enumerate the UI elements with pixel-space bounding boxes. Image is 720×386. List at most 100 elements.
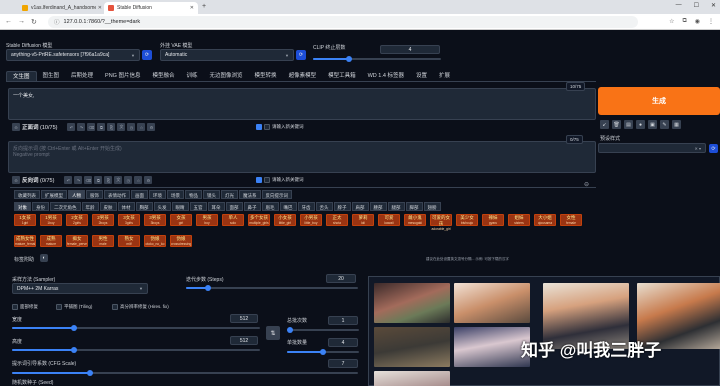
checkbox-checked[interactable]	[256, 124, 262, 130]
keyword-chip[interactable]: 美少女 bishoujo	[456, 214, 478, 226]
forward-icon[interactable]: →	[18, 18, 25, 25]
sampler-select[interactable]: DPM++ 2M Karras ▼	[12, 283, 148, 294]
keyword-chip[interactable]: 成熟 mature	[40, 235, 62, 247]
checkpoint-select[interactable]: anything-v5-PrtRE.safetensors [7f96a1a9c…	[6, 49, 140, 61]
keyword-chip[interactable]: 成熟女性 mature_female	[14, 235, 36, 247]
keyword-chip[interactable]: 小男孩 little_boy	[300, 214, 322, 226]
close-icon[interactable]: ✕	[190, 5, 194, 11]
keyword-chip[interactable]: 男性 male	[92, 235, 114, 247]
browser-tab-inactive[interactable]: v1as.lferdinand_A_handsome ✕	[18, 2, 106, 14]
settings-icon[interactable]: ⚙	[144, 176, 153, 184]
gallery-thumbnail[interactable]	[454, 283, 530, 323]
keyword-chip[interactable]: 大小姐 ojousama	[534, 214, 556, 226]
height-slider[interactable]	[12, 347, 260, 353]
steps-value-box[interactable]: 20	[326, 274, 356, 283]
collapse-icon[interactable]: ⊖	[12, 123, 20, 131]
cfg-slider[interactable]	[12, 370, 358, 376]
paste-style-icon[interactable]: ▦	[672, 120, 681, 129]
redo-icon[interactable]: ↷	[77, 123, 86, 131]
clear-icon[interactable]: ⌫	[84, 176, 93, 184]
checkbox-checked[interactable]	[256, 177, 262, 183]
sub-category-tab[interactable]: 耳朵	[207, 202, 225, 211]
sub-category-tab[interactable]: 脚部	[405, 202, 423, 211]
clear-icon[interactable]: ⌫	[87, 123, 96, 131]
category-tab[interactable]: 物品	[185, 190, 202, 199]
sub-category-tab[interactable]: 鼻子	[243, 202, 261, 211]
sub-category-tab[interactable]: 眉毛	[261, 202, 279, 211]
gallery-thumbnail[interactable]	[374, 283, 450, 323]
history-icon[interactable]: ◷	[127, 123, 136, 131]
undo-icon[interactable]: ↶	[67, 123, 76, 131]
tab-6[interactable]: 无边图像浏览	[204, 71, 249, 81]
sub-category-tab[interactable]: 肩部	[351, 202, 369, 211]
sub-category-tab[interactable]: 年龄	[81, 202, 99, 211]
width-slider[interactable]	[12, 325, 260, 331]
arrow-icon[interactable]: ↙	[600, 120, 609, 129]
keyword-chip[interactable]: 熟女 milf	[118, 235, 140, 247]
keyword-chip[interactable]: 痴女 female_pervert	[66, 235, 88, 247]
checkbox-unchecked[interactable]	[12, 304, 18, 310]
tab-11[interactable]: 设置	[410, 71, 433, 81]
paste-icon[interactable]: ⎘	[104, 176, 113, 184]
back-icon[interactable]: ←	[5, 18, 12, 25]
clip-slider-handle[interactable]	[346, 56, 352, 62]
cfg-value-box[interactable]: 7	[328, 359, 358, 368]
tab-7[interactable]: 模型转换	[249, 71, 283, 81]
keyword-chip[interactable]: 3女孩 3girls	[118, 214, 140, 226]
batch-size-handle[interactable]	[320, 349, 326, 355]
hires-fix-checkbox[interactable]: 高分辨率修复 (Hires. fix)	[112, 304, 169, 310]
category-tab[interactable]: 魔法系	[239, 190, 261, 199]
keyword-chip[interactable]: 女孩 girl	[170, 214, 192, 226]
tag-helper-toggle[interactable]: ◐	[40, 254, 48, 262]
refresh-icon[interactable]: ⟳	[296, 50, 306, 60]
tab-12[interactable]: 扩展	[433, 71, 456, 81]
checkbox-unchecked[interactable]	[112, 304, 118, 310]
tab-5[interactable]: 训练	[181, 71, 204, 81]
menu-icon[interactable]: ⋮	[708, 18, 714, 25]
extensions-icon[interactable]: ⧉	[682, 18, 686, 25]
tab-3[interactable]: PNG 图片信息	[99, 71, 146, 81]
category-tab[interactable]: 服饰	[86, 190, 103, 199]
keyword-chip[interactable]: 多个女孩 multiple_girls	[248, 214, 270, 226]
profile-icon[interactable]: ◉	[695, 18, 700, 25]
tab-4[interactable]: 模型融合	[147, 71, 181, 81]
record-icon[interactable]: ●	[636, 120, 645, 129]
paste-icon[interactable]: ⎘	[107, 123, 116, 131]
copy-icon[interactable]: ⧉	[97, 123, 106, 131]
gallery-thumbnail[interactable]	[374, 327, 450, 367]
category-tab[interactable]: 镜头	[203, 190, 220, 199]
browser-tab-active[interactable]: Stable Diffusion ✕	[104, 2, 198, 14]
sub-category-tab[interactable]: 头发	[153, 202, 171, 211]
sub-category-tab[interactable]: 腰部	[369, 202, 387, 211]
category-tab[interactable]: 灯光	[221, 190, 238, 199]
keyword-chip[interactable]: 男孩 boy	[196, 214, 218, 226]
width-value-box[interactable]: 512	[230, 314, 258, 323]
keyword-chip[interactable]: 萝莉 loli	[352, 214, 374, 226]
sub-category-tab[interactable]: 体材	[117, 202, 135, 211]
category-tab[interactable]: 表情动作	[104, 190, 130, 199]
tab-8[interactable]: 超像素模型	[283, 71, 323, 81]
steps-slider-handle[interactable]	[205, 285, 212, 291]
sub-category-tab[interactable]: 身份	[32, 202, 49, 211]
keyword-chip[interactable]: 2男孩 2boys	[92, 214, 114, 226]
checkbox-unchecked[interactable]	[264, 124, 270, 130]
refresh-icon[interactable]: ⟳	[142, 50, 152, 60]
vae-select[interactable]: Automatic ▼	[160, 49, 294, 61]
keyword-chip[interactable]: 可爱的女孩 adorable_girl	[430, 214, 452, 231]
keyword-chip[interactable]: 伪娘 crossdressing	[170, 235, 192, 247]
save-style-icon[interactable]: ▣	[648, 120, 657, 129]
history-icon[interactable]: ◷	[124, 176, 133, 184]
cfg-slider-handle[interactable]	[87, 370, 93, 376]
generate-button[interactable]: 生成	[598, 87, 720, 115]
category-tab[interactable]: 反向提示词	[261, 190, 292, 199]
keyword-chip[interactable]: 3男孩 3boys	[144, 214, 166, 226]
sub-category-tab[interactable]: 牙齿	[297, 202, 315, 211]
sub-category-tab[interactable]: 嘴巴	[279, 202, 297, 211]
favorite-icon[interactable]: ☆	[137, 123, 146, 131]
tiling-checkbox[interactable]: 平铺图 (Tiling)	[56, 304, 92, 310]
steps-slider[interactable]	[186, 285, 358, 291]
keyword-chip[interactable]: 可爱 kawaii	[378, 214, 400, 226]
negative-prompt-textarea[interactable]: 反向提示词 (按 Ctrl+Enter 或 Alt+Enter 开始生成) Ne…	[8, 141, 596, 173]
refresh-icon[interactable]: ⟳	[709, 144, 718, 153]
category-tab[interactable]: 环境	[149, 190, 166, 199]
